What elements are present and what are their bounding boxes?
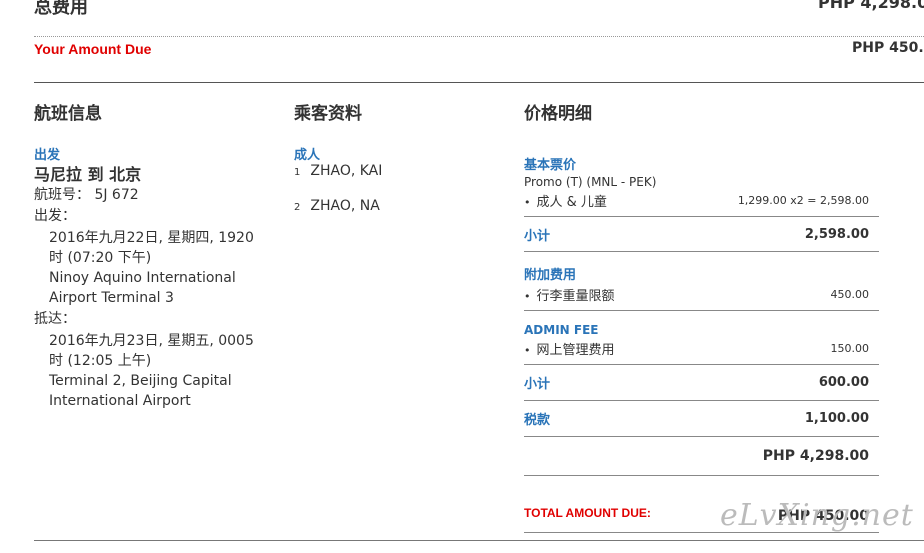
base-fare-item: 成人 & 儿童 [524,191,607,210]
addon-block: 附加费用 行李重量限额 450.00 [524,252,879,304]
total-cost-title: 总费用 [34,0,88,18]
passenger-name: ZHAO, NA [310,198,380,214]
admin-fee-item: 网上管理费用 [524,339,615,358]
price-breakdown: 价格明细 基本票价 Promo (T) (MNL - PEK) 成人 & 儿童 … [524,99,879,533]
tax-label: 税款 [524,413,551,428]
addon-item: 行李重量限额 [524,285,615,304]
subtotal-row: 小计 2,598.00 [524,217,879,251]
grand-total-row: PHP 4,298.00 [524,437,879,475]
subtotal-row: 小计 600.00 [524,365,879,400]
passenger-info-heading: 乘客资料 [294,104,362,124]
total-cost-value: PHP 4,298.0 [818,0,924,12]
addon-amount: 450.00 [830,288,870,301]
base-fare-amount: 1,299.00 x2 = 2,598.00 [737,194,869,207]
depart-label: 出发： [34,208,76,224]
adult-label: 成人 [294,148,321,163]
tax-value: 1,100.00 [804,411,869,426]
tax-row: 税款 1,100.00 [524,401,879,436]
amount-due-title: Your Amount Due [34,41,152,57]
dotted-divider [34,36,924,37]
passenger-name: ZHAO, KAI [310,163,383,179]
base-fare-label: 基本票价 [524,158,577,173]
depart-airport: Ninoy Aquino International Airport Termi… [49,270,236,306]
flight-info-heading: 航班信息 [34,104,102,124]
passenger-number: 1 [294,167,301,178]
subtotal-label: 小计 [524,228,551,244]
admin-fee-label: ADMIN FEE [524,323,599,337]
subtotal-value: 2,598.00 [804,226,869,242]
admin-fee-block: ADMIN FEE 网上管理费用 150.00 [524,311,879,358]
amount-due-value: PHP 450.0 [852,40,924,56]
addon-label: 附加费用 [524,268,577,283]
fare-class: Promo (T) (MNL - PEK) [524,175,657,189]
total-due-label: TOTAL AMOUNT DUE: [524,506,651,520]
admin-fee-amount: 150.00 [830,342,870,355]
depart-time: 2016年九月22日, 星期四, 1920时 (07:20 下午) [49,230,254,266]
section-divider [34,82,924,83]
arrive-airport: Terminal 2, Beijing Capital Internationa… [49,373,232,409]
watermark-logo: eLvXing.net [720,498,914,533]
passenger-row: 1 ZHAO, KAI [294,163,382,179]
bottom-divider [34,540,924,541]
flight-number: 航班号： 5J 672 [34,187,139,203]
arrive-label: 抵达： [34,311,76,327]
arrive-time: 2016年九月23日, 星期五, 0005时 (12:05 上午) [49,333,254,369]
passenger-row: 2 ZHAO, NA [294,198,380,214]
base-fare-block: 基本票价 Promo (T) (MNL - PEK) 成人 & 儿童 1,299… [524,140,879,210]
price-breakdown-heading: 价格明细 [524,104,592,124]
grand-total-value: PHP 4,298.00 [762,448,869,464]
flight-route: 马尼拉 到 北京 [34,165,142,184]
passenger-number: 2 [294,202,301,213]
subtotal-label: 小计 [524,377,551,392]
subtotal-value: 600.00 [818,375,869,390]
